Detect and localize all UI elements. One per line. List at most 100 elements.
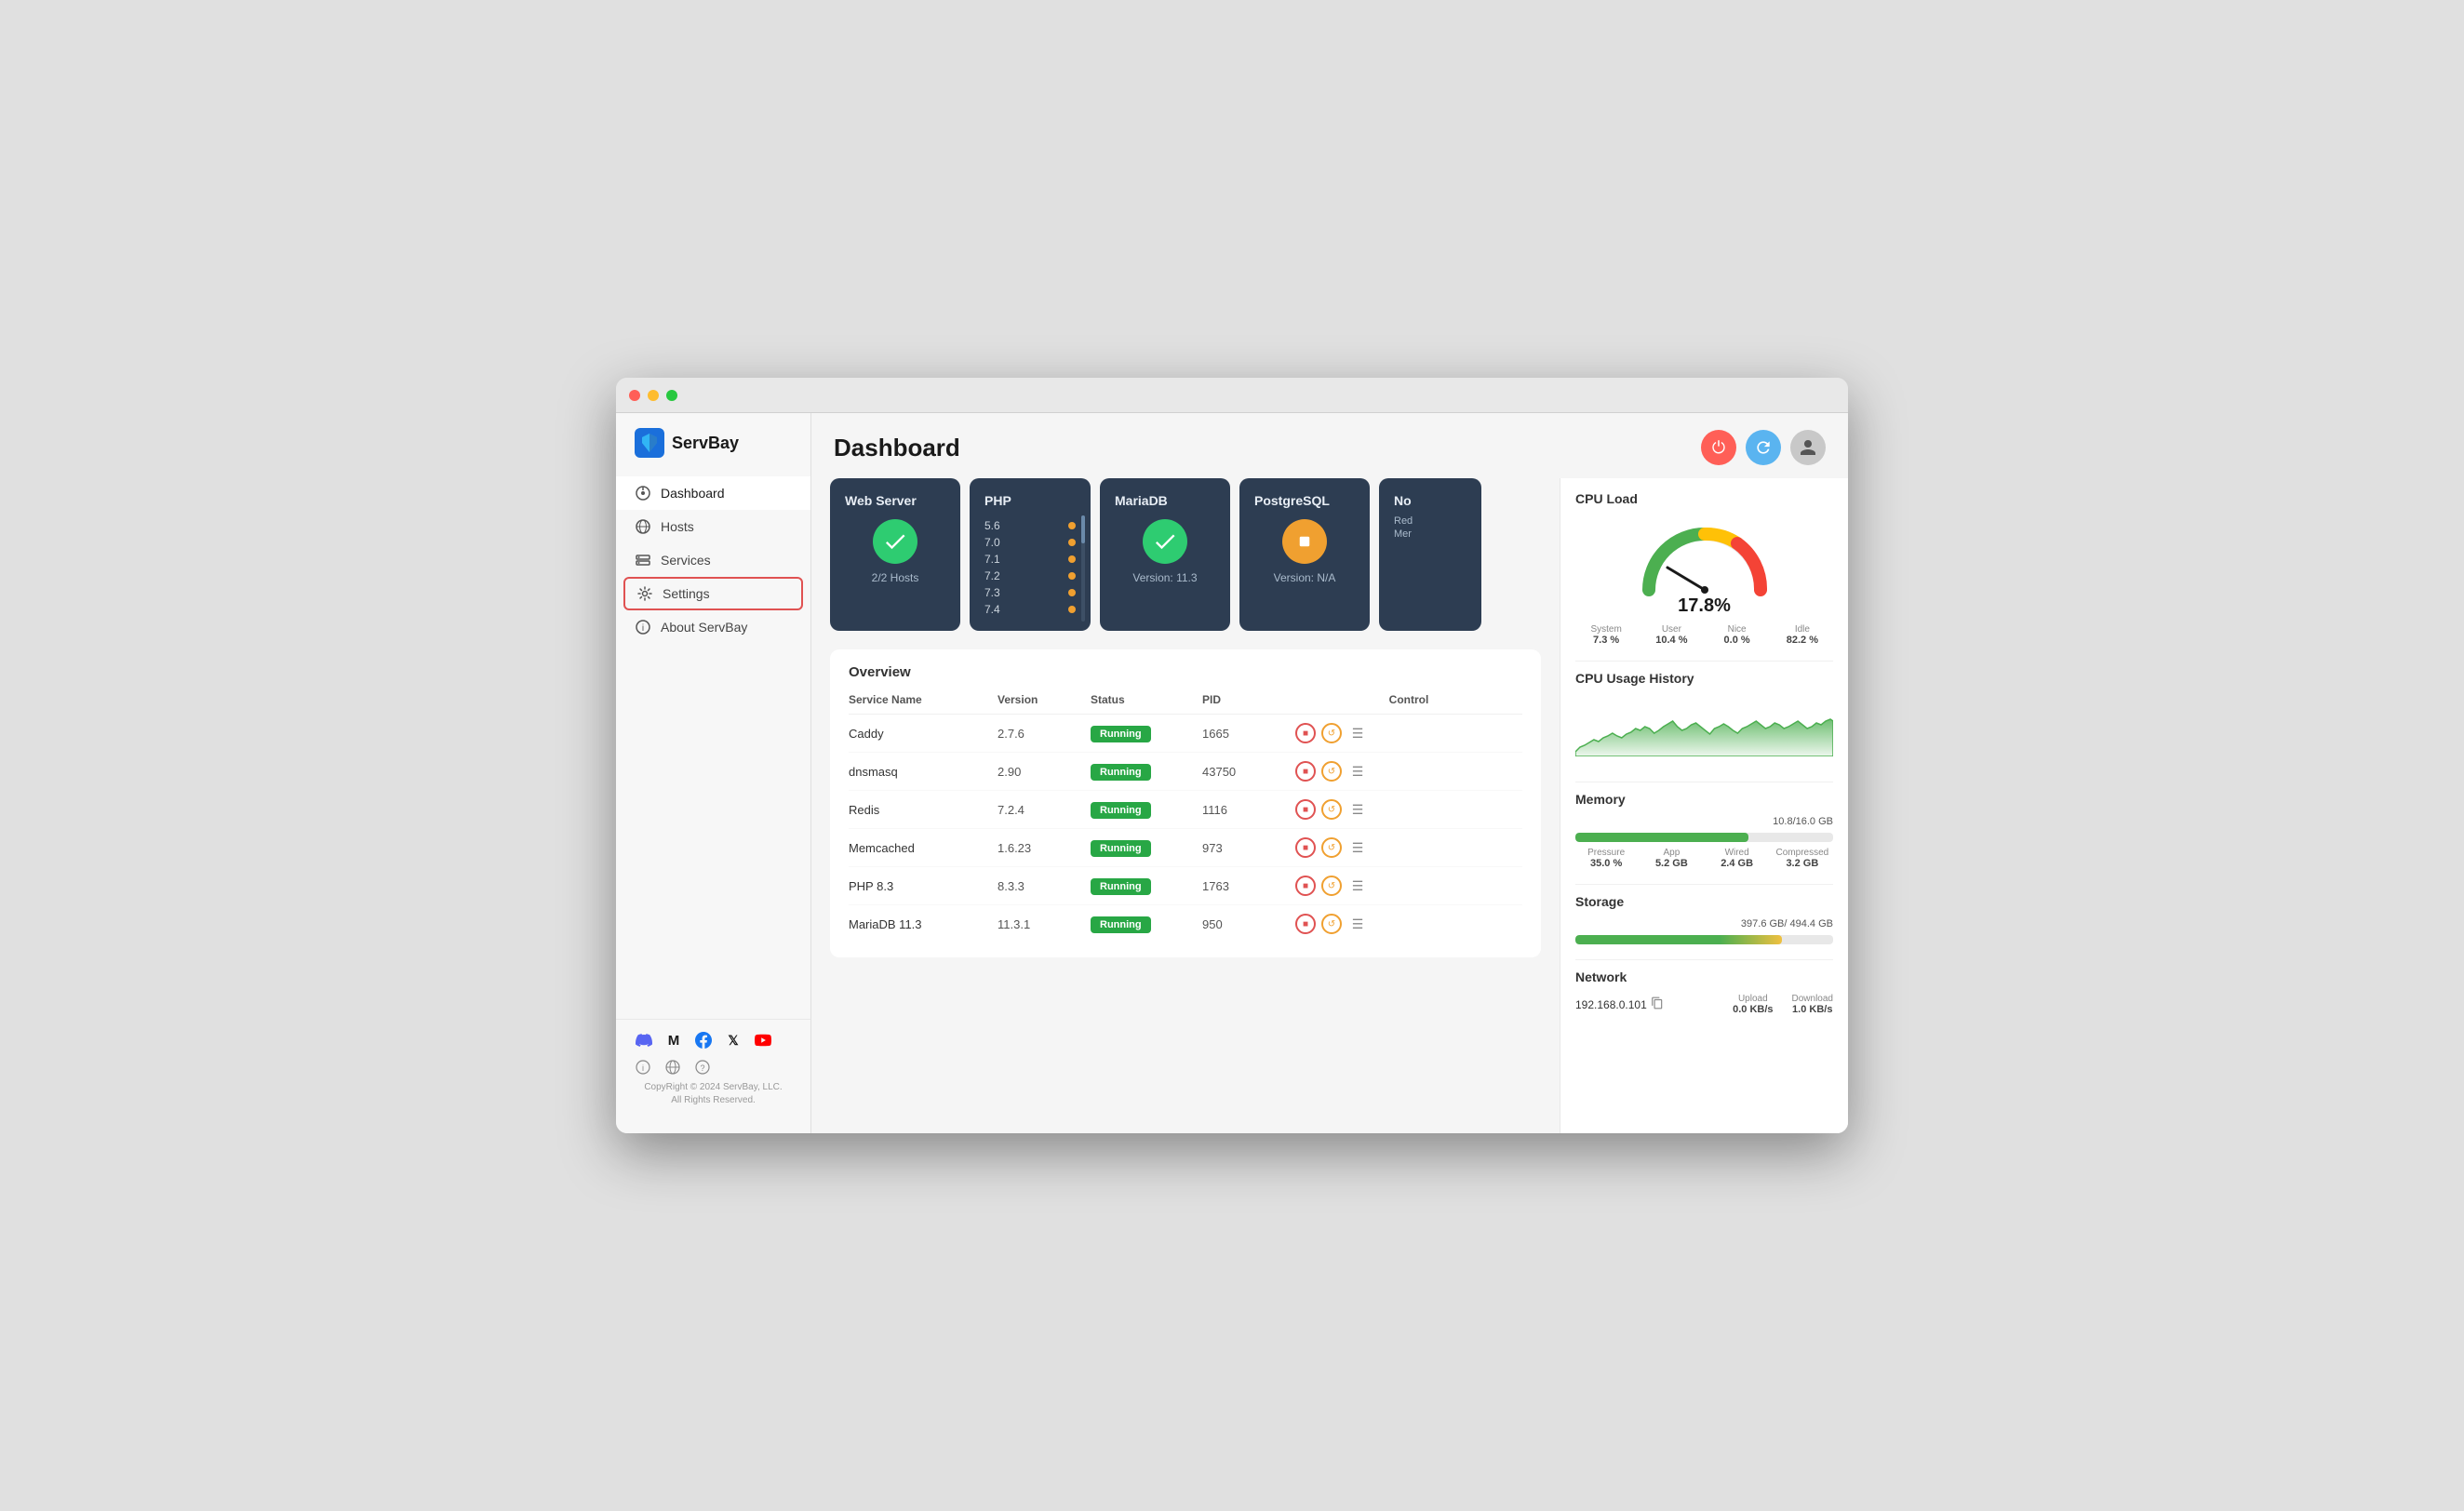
network-ip-container: 192.168.0.101 [1575, 996, 1664, 1012]
network-title: Network [1575, 969, 1833, 984]
stop-btn-memcached[interactable]: ■ [1295, 837, 1316, 858]
facebook-icon[interactable] [694, 1031, 713, 1050]
log-btn-caddy[interactable]: ☰ [1347, 723, 1368, 743]
minimize-button[interactable] [648, 390, 659, 401]
restart-btn-memcached[interactable]: ↺ [1321, 837, 1342, 858]
power-button[interactable]: ⏻ [1701, 430, 1736, 465]
status-badge-php83: Running [1091, 878, 1151, 895]
control-btns-caddy: ■ ↺ ☰ [1295, 723, 1522, 743]
restart-btn-redis[interactable]: ↺ [1321, 799, 1342, 820]
log-btn-mariadb113[interactable]: ☰ [1347, 914, 1368, 934]
overview-section: Overview Service Name Version Status PID… [830, 649, 1541, 957]
network-upload: Upload 0.0 KB/s [1733, 994, 1773, 1015]
td-name-php83: PHP 8.3 [849, 879, 998, 893]
card-status-text-mariadb: Version: 11.3 [1115, 571, 1215, 584]
services-icon [635, 552, 651, 568]
maximize-button[interactable] [666, 390, 677, 401]
sidebar-item-hosts[interactable]: Hosts [616, 510, 810, 543]
sidebar-item-dashboard[interactable]: Dashboard [616, 476, 810, 510]
copyright-text: CopyRight © 2024 ServBay, LLC. All Right… [635, 1081, 792, 1107]
content-area: Web Server 2/2 Hosts PHP 5.6 7.0 [811, 478, 1848, 1133]
app-window: ServBay Dashboard [616, 378, 1848, 1133]
svg-text:?: ? [700, 1063, 704, 1073]
control-btns-php83: ■ ↺ ☰ [1295, 876, 1522, 896]
cpu-stat-system-value: 7.3 % [1575, 635, 1637, 646]
refresh-button[interactable] [1746, 430, 1781, 465]
td-name-caddy: Caddy [849, 727, 998, 741]
log-btn-memcached[interactable]: ☰ [1347, 837, 1368, 858]
x-icon[interactable]: 𝕏 [724, 1031, 743, 1050]
info-link-icon[interactable]: i [635, 1059, 651, 1076]
php-version-list: 5.6 7.0 7.1 7.2 7.3 7.4 [984, 519, 1076, 616]
td-pid-memcached: 973 [1202, 841, 1295, 855]
td-status-mariadb113: Running [1091, 916, 1202, 933]
copy-icon[interactable] [1651, 996, 1664, 1012]
divider-4 [1575, 959, 1833, 960]
php-dot-72 [1068, 572, 1076, 580]
cpu-stat-user: User 10.4 % [1640, 624, 1702, 646]
service-card-mariadb[interactable]: MariaDB Version: 11.3 [1100, 478, 1230, 631]
sidebar: ServBay Dashboard [616, 413, 811, 1133]
td-version-dnsmasq: 2.90 [998, 765, 1091, 779]
td-name-mariadb113: MariaDB 11.3 [849, 917, 998, 931]
php-row-72: 7.2 [984, 569, 1076, 582]
memory-app-label: App [1640, 848, 1702, 858]
stop-btn-caddy[interactable]: ■ [1295, 723, 1316, 743]
php-dot-74 [1068, 606, 1076, 613]
memory-wired-value: 2.4 GB [1707, 858, 1768, 869]
overview-title: Overview [849, 664, 1522, 680]
user-button[interactable] [1790, 430, 1826, 465]
restart-btn-caddy[interactable]: ↺ [1321, 723, 1342, 743]
php-dot-56 [1068, 522, 1076, 529]
titlebar [616, 378, 1848, 413]
sidebar-footer: M 𝕏 i ? [616, 1019, 810, 1118]
log-btn-redis[interactable]: ☰ [1347, 799, 1368, 820]
card-status-text-postgresql: Version: N/A [1254, 571, 1355, 584]
sidebar-item-label-hosts: Hosts [661, 519, 694, 534]
help-link-icon[interactable]: ? [694, 1059, 711, 1076]
stop-btn-redis[interactable]: ■ [1295, 799, 1316, 820]
log-btn-php83[interactable]: ☰ [1347, 876, 1368, 896]
network-stats: Upload 0.0 KB/s Download 1.0 KB/s [1733, 994, 1833, 1015]
svg-text:i: i [642, 623, 644, 634]
table-row: Memcached 1.6.23 Running 973 ■ ↺ ☰ [849, 829, 1522, 867]
td-name-memcached: Memcached [849, 841, 998, 855]
storage-title: Storage [1575, 894, 1833, 909]
stop-btn-mariadb113[interactable]: ■ [1295, 914, 1316, 934]
memory-stat-pressure: Pressure 35.0 % [1575, 848, 1637, 869]
cpu-stat-idle-value: 82.2 % [1772, 635, 1833, 646]
close-button[interactable] [629, 390, 640, 401]
td-pid-redis: 1116 [1202, 803, 1295, 817]
cpu-load-title: CPU Load [1575, 491, 1833, 506]
card-title-mariadb: MariaDB [1115, 493, 1215, 508]
stop-btn-php83[interactable]: ■ [1295, 876, 1316, 896]
th-version: Version [998, 693, 1091, 706]
restart-btn-php83[interactable]: ↺ [1321, 876, 1342, 896]
discord-icon[interactable] [635, 1031, 653, 1050]
service-card-postgresql[interactable]: PostgreSQL Version: N/A [1239, 478, 1370, 631]
dashboard-icon [635, 485, 651, 501]
sidebar-item-services[interactable]: Services [616, 543, 810, 577]
restart-btn-mariadb113[interactable]: ↺ [1321, 914, 1342, 934]
sidebar-item-settings[interactable]: Settings [623, 577, 803, 610]
app-layout: ServBay Dashboard [616, 413, 1848, 1133]
service-card-web-server[interactable]: Web Server 2/2 Hosts [830, 478, 960, 631]
table-row: MariaDB 11.3 11.3.1 Running 950 ■ ↺ ☰ [849, 905, 1522, 943]
globe-link-icon[interactable] [664, 1059, 681, 1076]
cpu-history-title: CPU Usage History [1575, 671, 1833, 686]
sidebar-item-about[interactable]: i About ServBay [616, 610, 810, 644]
traffic-lights [629, 390, 677, 401]
service-card-nol[interactable]: No Red Mer [1379, 478, 1481, 631]
stop-btn-dnsmasq[interactable]: ■ [1295, 761, 1316, 782]
cpu-history-widget: CPU Usage History [1575, 671, 1833, 767]
social-icons: M 𝕏 [635, 1031, 792, 1050]
memory-total-text: 10.8/16.0 GB [1575, 816, 1833, 827]
service-card-php[interactable]: PHP 5.6 7.0 7.1 7.2 7.3 7.4 [970, 478, 1091, 631]
td-pid-mariadb113: 950 [1202, 917, 1295, 931]
cpu-gauge-svg [1630, 515, 1779, 599]
youtube-icon[interactable] [754, 1031, 772, 1050]
medium-icon[interactable]: M [664, 1031, 683, 1050]
td-version-caddy: 2.7.6 [998, 727, 1091, 741]
restart-btn-dnsmasq[interactable]: ↺ [1321, 761, 1342, 782]
log-btn-dnsmasq[interactable]: ☰ [1347, 761, 1368, 782]
